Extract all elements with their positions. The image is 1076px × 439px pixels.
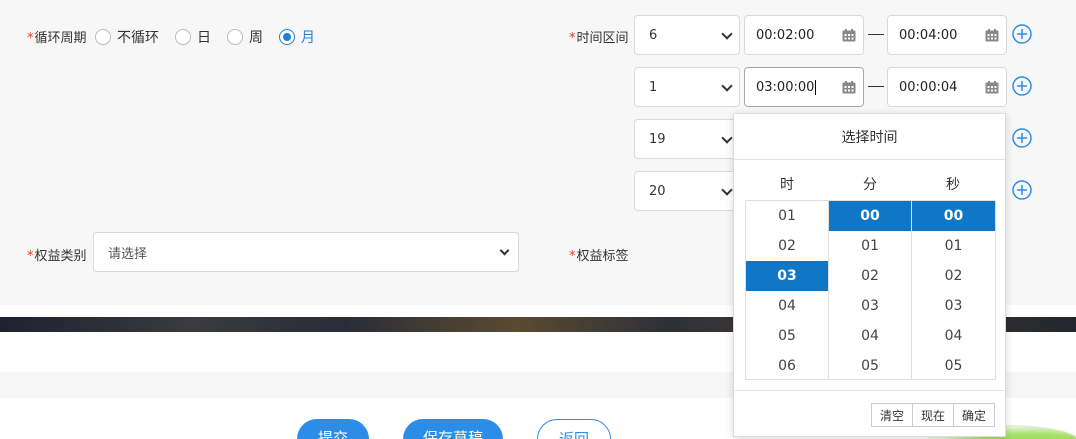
second-option[interactable]: 03: [912, 291, 995, 321]
calendar-icon: [985, 81, 999, 94]
second-option[interactable]: 01: [912, 231, 995, 261]
day-select-value: 19: [649, 131, 666, 147]
add-circle-icon[interactable]: [1012, 180, 1032, 200]
day-select-value: 20: [649, 183, 666, 199]
radio-day[interactable]: 日: [175, 27, 211, 47]
minute-option[interactable]: 04: [829, 321, 911, 351]
minute-option[interactable]: 05: [829, 351, 911, 379]
calendar-icon: [842, 81, 856, 94]
radio-circle[interactable]: [95, 29, 111, 45]
select-placeholder: 请选择: [108, 246, 148, 262]
time-value: 00:04:00: [899, 27, 958, 43]
button-label: 保存草稿: [422, 429, 483, 439]
add-circle-icon[interactable]: [1012, 128, 1032, 148]
clear-button[interactable]: 清空: [870, 403, 913, 427]
required-mark: *: [27, 249, 34, 264]
minute-option[interactable]: 03: [829, 291, 911, 321]
hour-column[interactable]: 01 02 03 04 05 06: [746, 201, 829, 379]
second-option[interactable]: 05: [912, 351, 995, 379]
radio-week[interactable]: 周: [227, 27, 263, 47]
day-select-2[interactable]: 1: [634, 67, 740, 107]
button-label: 返回: [558, 430, 589, 439]
radio-label: 月: [301, 30, 315, 46]
benefit-type-label: *权益类别: [27, 245, 87, 264]
radio-circle[interactable]: [227, 29, 243, 45]
minute-column-header: 分: [863, 177, 877, 193]
now-button[interactable]: 现在: [911, 403, 954, 427]
time-value: 00:00:04: [899, 79, 958, 95]
end-time-input-1[interactable]: 00:04:00: [887, 15, 1007, 55]
start-time-input-2[interactable]: 03:00:00: [744, 67, 864, 107]
day-select-3[interactable]: 19: [634, 119, 740, 159]
minute-column[interactable]: 00 01 02 03 04 05: [829, 201, 912, 379]
chevron-down-icon: [499, 245, 510, 256]
hour-column-header: 时: [780, 177, 794, 193]
radio-label: 不循环: [117, 30, 159, 46]
benefit-type-text: 权益类别: [34, 249, 87, 264]
time-picker-title: 选择时间: [734, 114, 1005, 160]
benefit-type-select[interactable]: 请选择: [93, 232, 519, 272]
benefit-tag-label: *权益标签: [569, 245, 629, 264]
hour-option[interactable]: 05: [746, 321, 828, 351]
time-columns: 01 02 03 04 05 06 00 01 02 03 04 05 00 0…: [745, 200, 996, 380]
cycle-radio-group: 不循环 日 周 月: [95, 27, 331, 47]
picker-footer-buttons: 清空 现在 确定: [870, 403, 995, 427]
submit-button[interactable]: 提交: [297, 419, 369, 439]
range-separator: [868, 34, 884, 35]
chevron-down-icon: [721, 28, 733, 40]
time-value: 00:02:00: [756, 27, 815, 43]
cycle-period-label: *循环周期: [27, 27, 87, 46]
time-value: 03:00:00: [756, 79, 817, 95]
back-button[interactable]: 返回: [537, 419, 611, 439]
cycle-period-text: 循环周期: [34, 31, 87, 46]
time-range-label: *时间区间: [569, 27, 629, 46]
chevron-down-icon: [721, 80, 733, 92]
hour-option-selected[interactable]: 03: [746, 261, 828, 291]
hour-option[interactable]: 04: [746, 291, 828, 321]
minute-option-selected[interactable]: 00: [829, 201, 911, 231]
range-separator: [868, 86, 884, 87]
minute-option[interactable]: 01: [829, 231, 911, 261]
radio-label: 周: [249, 30, 263, 46]
calendar-icon: [985, 29, 999, 42]
start-time-input-1[interactable]: 00:02:00: [744, 15, 864, 55]
add-circle-icon[interactable]: [1012, 76, 1032, 96]
radio-no-cycle[interactable]: 不循环: [95, 27, 159, 47]
required-mark: *: [569, 249, 576, 264]
radio-label: 日: [197, 30, 211, 46]
second-option[interactable]: 04: [912, 321, 995, 351]
radio-month[interactable]: 月: [279, 27, 315, 47]
day-select-value: 6: [649, 27, 658, 43]
second-option-selected[interactable]: 00: [912, 201, 995, 231]
chevron-down-icon: [721, 132, 733, 144]
day-select-4[interactable]: 20: [634, 171, 740, 211]
hour-option[interactable]: 06: [746, 351, 828, 379]
required-mark: *: [569, 31, 576, 46]
radio-circle[interactable]: [279, 29, 295, 45]
save-draft-button[interactable]: 保存草稿: [403, 419, 503, 439]
second-option[interactable]: 02: [912, 261, 995, 291]
time-range-text: 时间区间: [576, 31, 629, 46]
day-select-1[interactable]: 6: [634, 15, 740, 55]
calendar-icon: [842, 29, 856, 42]
chevron-down-icon: [721, 184, 733, 196]
radio-circle[interactable]: [175, 29, 191, 45]
confirm-button[interactable]: 确定: [952, 403, 995, 427]
minute-option[interactable]: 02: [829, 261, 911, 291]
required-mark: *: [27, 31, 34, 46]
second-column[interactable]: 00 01 02 03 04 05: [912, 201, 995, 379]
picker-footer-divider: [734, 390, 1005, 391]
time-picker-popup: 选择时间 时 分 秒 01 02 03 04 05 06 00 01 02 03…: [733, 113, 1006, 437]
day-select-value: 1: [649, 79, 658, 95]
second-column-header: 秒: [946, 177, 960, 193]
end-time-input-2[interactable]: 00:00:04: [887, 67, 1007, 107]
hour-option[interactable]: 01: [746, 201, 828, 231]
button-label: 提交: [317, 429, 348, 439]
benefit-tag-text: 权益标签: [576, 249, 629, 264]
hour-option[interactable]: 02: [746, 231, 828, 261]
add-circle-icon[interactable]: [1012, 24, 1032, 44]
